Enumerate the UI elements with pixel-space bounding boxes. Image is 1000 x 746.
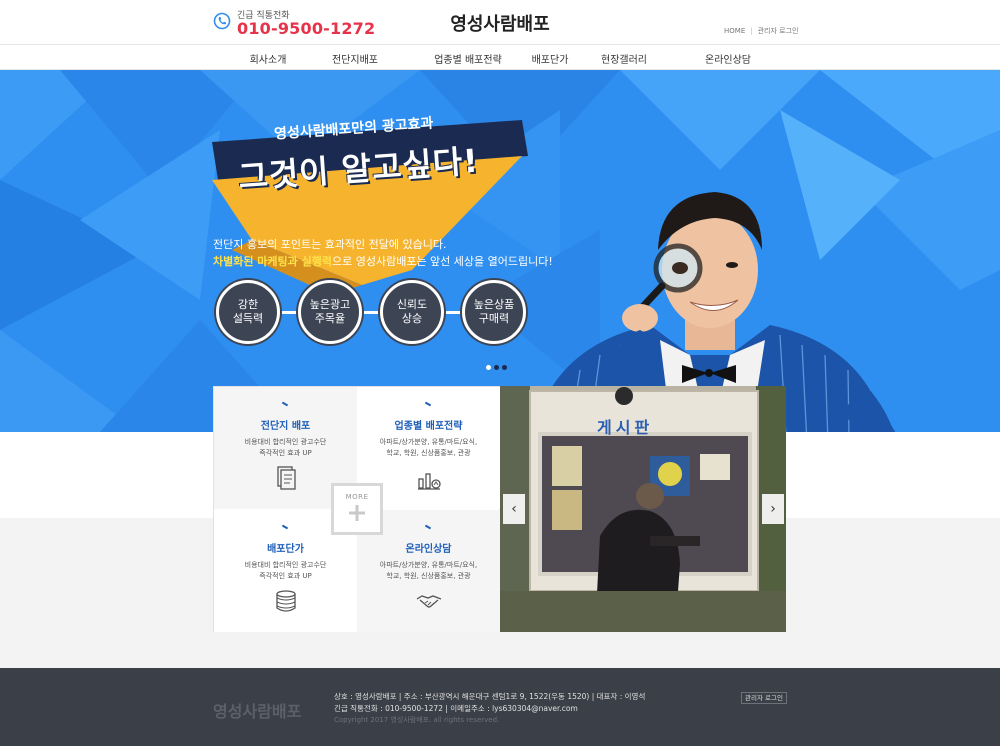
feature-pill: 높은상품 구매력 bbox=[462, 280, 526, 344]
banner-title: 그것이 알고싶다! bbox=[237, 141, 480, 197]
main-nav: 회사소개 전단지배포 업종별 배포전략 배포단가 현장갤러리 온라인상담 bbox=[0, 44, 1000, 70]
card-desc: 아파트/상가분양, 유통/마트/요식, 학교, 학원, 신상품홍보, 관광 bbox=[379, 561, 478, 580]
card-title: 업종별 배포전략 bbox=[394, 421, 463, 432]
chevron-left-icon: ‹ bbox=[511, 501, 517, 517]
tick-mark bbox=[424, 524, 432, 530]
slide-dot[interactable] bbox=[494, 365, 499, 370]
feature-pill: 신뢰도 상승 bbox=[380, 280, 444, 344]
top-header: 긴급 직통전화 010-9500-1272 영성사람배포 HOME | 관리자 로그… bbox=[0, 0, 1000, 44]
utility-links: HOME | 관리자 로그인 bbox=[724, 26, 798, 36]
document-icon bbox=[277, 466, 296, 490]
chart-icon bbox=[418, 473, 441, 490]
gallery-prev-button[interactable]: ‹ bbox=[503, 494, 525, 524]
hero-copy-line2: 차별화된 마케팅과 실행력으로 영성사람배포는 앞선 세상을 열어드립니다! bbox=[213, 253, 553, 269]
site-logo[interactable]: 영성사람배포 bbox=[400, 10, 600, 36]
feature-pills: 강한 설득력 높은광고 주목율 신뢰도 상승 높은상품 구매력 bbox=[213, 278, 543, 346]
footer-copyright: Copyright 2017 영성사람배포. all rights reserv… bbox=[334, 716, 500, 724]
hero-copy-line1: 전단지 홍보의 포인트는 효과적인 전달에 있습니다. bbox=[213, 238, 447, 251]
footer-admin-login-button[interactable]: 관리자 로그인 bbox=[741, 692, 787, 704]
banner-subtitle: 영성사람배포만의 광고효과 bbox=[273, 115, 434, 143]
footer-contact-info: 긴급 직통전화 : 010-9500-1272 | 이메일주소 : lys630… bbox=[334, 704, 578, 713]
phone-number[interactable]: 010-9500-1272 bbox=[237, 19, 375, 38]
handshake-icon bbox=[416, 595, 442, 608]
card-desc: 비용대비 합리적인 광고수단 즉각적인 효과 UP bbox=[244, 438, 327, 457]
card-desc: 비용대비 합리적인 광고수단 즉각적인 효과 UP bbox=[244, 561, 327, 580]
home-link[interactable]: HOME bbox=[724, 27, 745, 35]
feature-pill: 강한 설득력 bbox=[216, 280, 280, 344]
hero-copy-rest: 으로 영성사람배포는 앞선 세상을 열어드립니다! bbox=[331, 255, 553, 268]
card-desc: 아파트/상가분양, 유통/마트/요식, 학교, 학원, 신상품홍보, 관광 bbox=[379, 438, 478, 457]
nav-item-gallery[interactable]: 현장갤러리 bbox=[574, 51, 674, 66]
utility-separator: | bbox=[750, 27, 753, 35]
nav-item-consult[interactable]: 온라인상담 bbox=[678, 51, 778, 66]
hero-copy-highlight: 차별화된 마케팅과 실행력 bbox=[213, 255, 332, 268]
hero-slider: 영성사람배포만의 광고효과 그것이 알고싶다! 전단지 홍보의 포인트는 효과적… bbox=[0, 70, 1000, 432]
plus-icon bbox=[349, 505, 365, 521]
page: 긴급 직통전화 010-9500-1272 영성사람배포 HOME | 관리자 로그… bbox=[0, 0, 1000, 746]
tick-mark bbox=[424, 401, 432, 407]
photo-sign-text: 게시판 bbox=[597, 418, 654, 437]
admin-login-link[interactable]: 관리자 로그인 bbox=[758, 26, 799, 36]
more-label: MORE bbox=[345, 493, 369, 501]
phone-icon bbox=[213, 12, 231, 30]
coins-icon bbox=[276, 590, 296, 612]
card-title: 전단지 배포 bbox=[260, 421, 311, 432]
more-button[interactable]: MORE bbox=[331, 483, 383, 535]
chevron-right-icon: › bbox=[770, 501, 776, 517]
site-footer: 영성사람배포 상호 : 영성사람배포 | 주소 : 부산광역시 해운대구 센텀1… bbox=[0, 668, 1000, 746]
tick-mark bbox=[281, 401, 289, 407]
slide-dot-active[interactable] bbox=[486, 365, 491, 370]
card-title: 온라인상담 bbox=[405, 544, 452, 555]
nav-item-flyer[interactable]: 전단지배포 bbox=[305, 51, 405, 66]
footer-company-info: 상호 : 영성사람배포 | 주소 : 부산광역시 해운대구 센텀1로 9, 15… bbox=[334, 692, 646, 701]
nav-item-company[interactable]: 회사소개 bbox=[218, 51, 318, 66]
slide-dot[interactable] bbox=[502, 365, 507, 370]
tick-mark bbox=[281, 524, 289, 530]
card-title: 배포단가 bbox=[267, 544, 304, 555]
footer-logo: 영성사람배포 bbox=[213, 702, 302, 721]
feature-pill: 높은광고 주목율 bbox=[298, 280, 362, 344]
headline-banner: 영성사람배포만의 광고효과 그것이 알고싶다! bbox=[210, 115, 530, 228]
gallery-photo: 게시판 bbox=[500, 386, 786, 632]
gallery-next-button[interactable]: › bbox=[762, 494, 784, 524]
